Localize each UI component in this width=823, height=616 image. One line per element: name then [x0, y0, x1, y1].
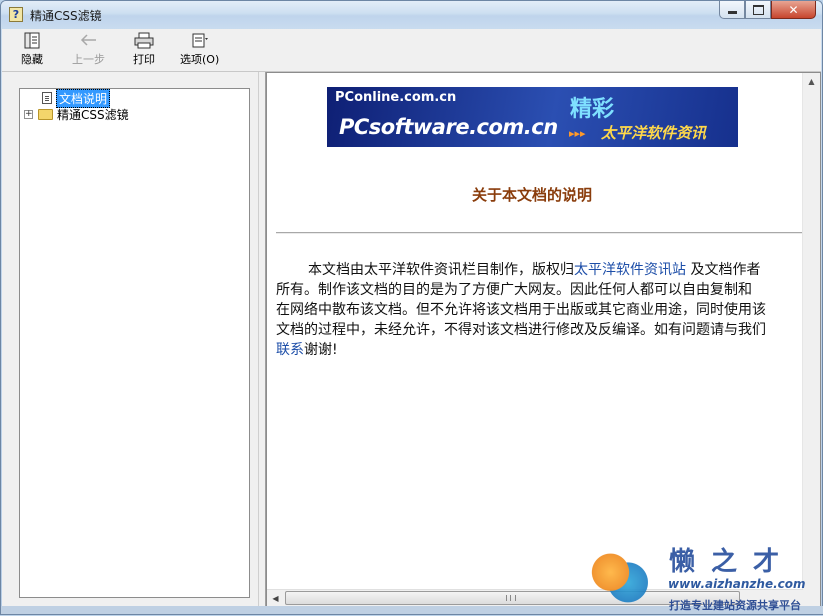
pane-splitter[interactable] [258, 72, 266, 608]
document-paragraph: 本文档由太平洋软件资讯栏目制作，版权归太平洋软件资讯站 及文档作者 所有。制作该… [276, 260, 820, 360]
options-button[interactable]: 选项(O) [180, 31, 219, 69]
para-line-3: 在网络中散布该文档。但不允许将该文档用于出版或其它商业用途，同时使用该 [276, 302, 766, 318]
print-button[interactable]: 打印 [133, 31, 155, 69]
site-link[interactable]: 太平洋软件资讯站 [574, 262, 686, 278]
minimize-button[interactable] [719, 1, 745, 19]
minimize-icon [727, 11, 737, 14]
document-icon [42, 92, 52, 104]
print-label: 打印 [133, 53, 155, 66]
banner-arrows-icon: ▸▸▸ [569, 127, 586, 140]
banner-highlight: 精彩 [570, 96, 615, 122]
back-label: 上一步 [72, 53, 105, 66]
divider [276, 232, 816, 234]
watermark-logo-icon [586, 545, 656, 613]
printer-icon [134, 31, 154, 49]
app-window: ? 精通CSS滤镜 ✕ 隐藏 上一步 打印 选项(O) 文档说明 + 精通CSS… [0, 0, 823, 615]
watermark: 懒之才 www.aizhanzhe.com 打造专业建站资源共享平台 [586, 541, 821, 616]
para-text: 本文档由太平洋软件资讯栏目制作，版权归 [308, 262, 574, 278]
banner-line1: PConline.com.cn [335, 90, 457, 105]
close-icon: ✕ [788, 2, 799, 17]
title-bar[interactable]: ? 精通CSS滤镜 ✕ [1, 1, 822, 28]
para-line-1: 本文档由太平洋软件资讯栏目制作，版权归太平洋软件资讯站 及文档作者 [276, 260, 820, 280]
grip-icon [506, 595, 516, 601]
para-line-2: 所有。制作该文档的目的是为了方便广大网友。因此任何人都可以自由复制和 [276, 282, 752, 298]
vertical-scrollbar[interactable]: ▲ [802, 73, 820, 607]
banner-line2: PCsoftware.com.cn [339, 115, 558, 139]
scroll-left-icon[interactable]: ◀ [267, 590, 284, 607]
tree-item-doc-notes[interactable]: 文档说明 [42, 88, 111, 108]
maximize-button[interactable] [745, 1, 771, 19]
folder-icon [38, 108, 53, 120]
options-icon [190, 31, 210, 49]
para-text: 谢谢! [304, 342, 338, 358]
watermark-title: 懒之才 [669, 547, 796, 577]
banner-tagline: 太平洋软件资讯 [601, 124, 707, 142]
hide-label: 隐藏 [21, 53, 43, 66]
watermark-slogan: 打造专业建站资源共享平台 [669, 599, 801, 612]
banner-image[interactable]: PConline.com.cn PCsoftware.com.cn 精彩 ▸▸▸… [327, 87, 738, 147]
client-area: 文档说明 + 精通CSS滤镜 PConline.com.cn PCsoftwar… [2, 72, 821, 608]
close-button[interactable]: ✕ [771, 1, 816, 19]
back-button[interactable]: 上一步 [72, 31, 105, 69]
tree-item-css-filters[interactable]: + 精通CSS滤镜 [24, 106, 129, 122]
document-title: 关于本文档的说明 [471, 186, 592, 204]
contact-link[interactable]: 联系 [276, 342, 304, 358]
hide-button[interactable]: 隐藏 [21, 31, 43, 69]
toolbar: 隐藏 上一步 打印 选项(O) [2, 29, 821, 72]
maximize-icon [752, 4, 764, 15]
tree-item-label: 精通CSS滤镜 [57, 107, 129, 122]
window-controls: ✕ [719, 1, 816, 20]
back-arrow-icon [79, 31, 99, 49]
watermark-url: www.aizhanzhe.com [668, 577, 806, 591]
help-file-icon: ? [9, 7, 23, 22]
scroll-up-icon[interactable]: ▲ [803, 73, 820, 90]
contents-tree[interactable]: 文档说明 + 精通CSS滤镜 [19, 88, 250, 598]
hide-pane-icon [22, 31, 42, 49]
para-line-4: 文档的过程中，未经允许，不得对该文档进行修改及反编译。如有问题请与我们 [276, 322, 766, 338]
para-line-5: 联系谢谢! [276, 340, 820, 360]
content-pane: PConline.com.cn PCsoftware.com.cn 精彩 ▸▸▸… [266, 72, 821, 608]
window-title: 精通CSS滤镜 [30, 9, 102, 23]
para-text: 及文档作者 [686, 262, 761, 278]
expand-plus-icon[interactable]: + [24, 109, 33, 119]
options-label: 选项(O) [180, 53, 220, 66]
